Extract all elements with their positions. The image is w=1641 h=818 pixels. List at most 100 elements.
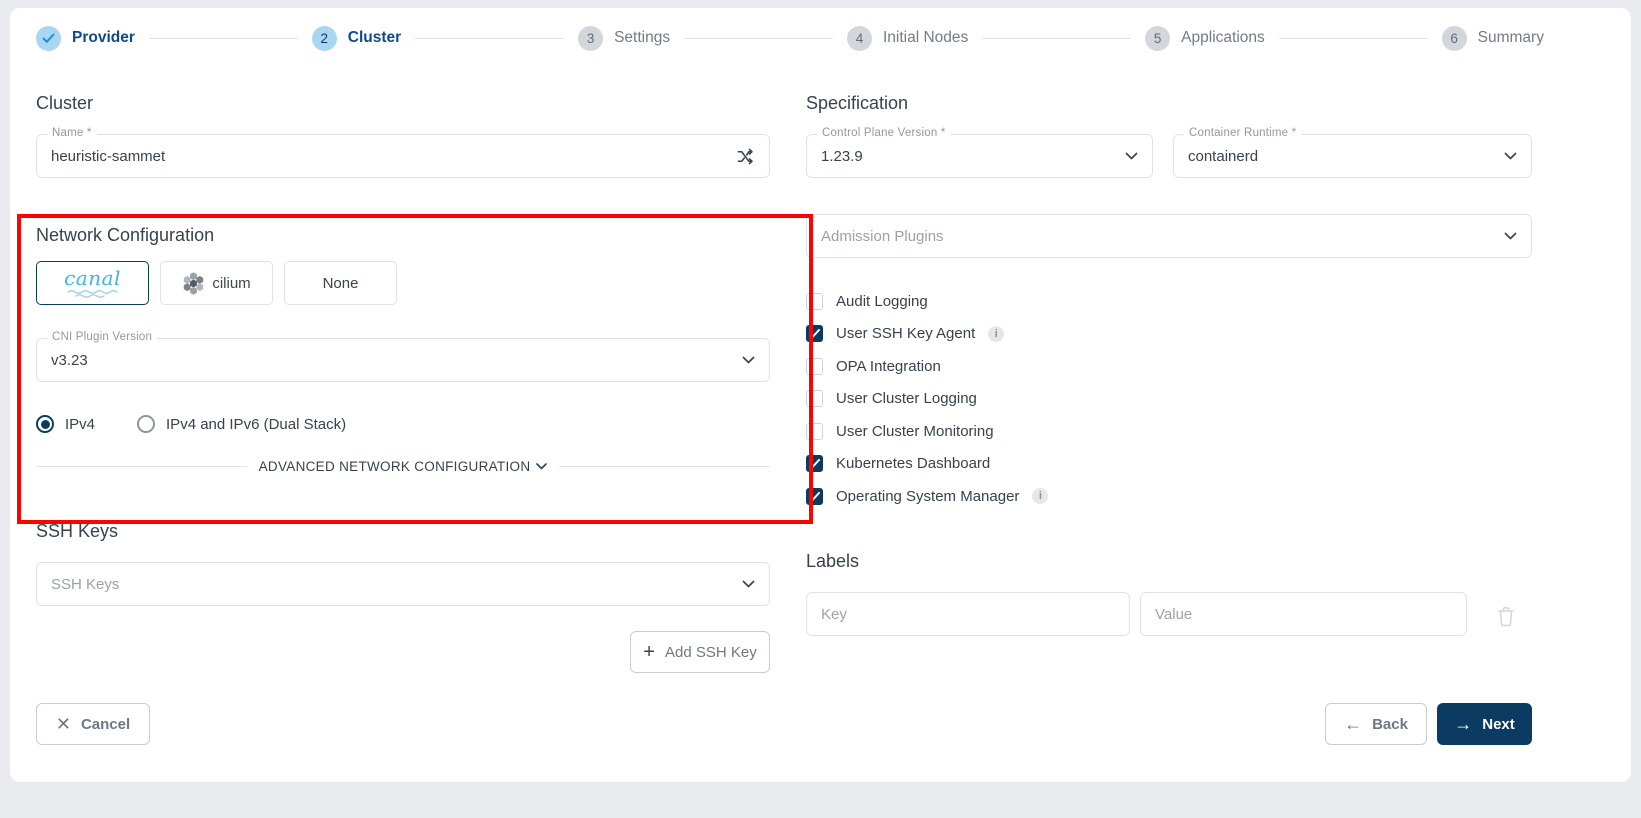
arrow-right-icon: →	[1454, 715, 1472, 733]
checkbox-kubernetes-dashboard[interactable]: Kubernetes Dashboard	[806, 454, 1532, 474]
ssh-keys-placeholder: SSH Keys	[51, 576, 119, 593]
check-icon	[42, 33, 55, 44]
chevron-down-icon	[1504, 152, 1517, 160]
info-icon[interactable]: i	[1032, 488, 1048, 504]
cilium-logo-icon	[182, 271, 205, 296]
checkbox	[806, 423, 823, 440]
admission-plugins-placeholder: Admission Plugins	[821, 228, 944, 245]
wizard-stepper: Provider 2 Cluster 3 Settings 4 Initial …	[36, 24, 1544, 52]
radio-circle	[137, 415, 155, 433]
cni-option-canal[interactable]: canal	[36, 261, 149, 305]
cluster-options-list: Audit Logging User SSH Key Agent i OPA I…	[806, 291, 1532, 519]
specification-heading: Specification	[806, 92, 908, 114]
step-number-circle: 4	[847, 26, 872, 51]
step-number-circle: 6	[1442, 26, 1467, 51]
checkbox	[806, 358, 823, 375]
ip-family-radio-group: IPv4 IPv4 and IPv6 (Dual Stack)	[36, 415, 346, 433]
regenerate-name-icon[interactable]	[736, 147, 755, 166]
step-label: Provider	[72, 29, 135, 47]
step-number-circle: 5	[1145, 26, 1170, 51]
checkbox	[806, 293, 823, 310]
cni-option-cilium[interactable]: cilium	[160, 261, 273, 305]
step-number-circle: 3	[578, 26, 603, 51]
step-label: Settings	[614, 29, 670, 47]
add-ssh-key-button[interactable]: + Add SSH Key	[630, 631, 770, 673]
stepper-connector	[1279, 38, 1428, 39]
step-label: Summary	[1478, 29, 1544, 47]
cni-option-none[interactable]: None	[284, 261, 397, 305]
advanced-network-configuration-toggle[interactable]: ADVANCED NETWORK CONFIGURATION	[36, 457, 770, 475]
divider	[559, 466, 770, 467]
cilium-logo-text: cilium	[212, 275, 250, 292]
labels-heading: Labels	[806, 550, 859, 572]
step-number-circle: 2	[312, 26, 337, 51]
stepper-step-provider[interactable]: Provider	[36, 26, 135, 51]
stepper-connector	[415, 38, 564, 39]
canal-logo: canal	[64, 268, 122, 298]
control-plane-version-value: 1.23.9	[821, 148, 863, 165]
cluster-name-value: heuristic-sammet	[51, 148, 165, 165]
back-button[interactable]: ← Back	[1325, 703, 1427, 745]
canal-logo-text: canal	[64, 268, 121, 288]
chevron-down-icon	[1125, 152, 1138, 160]
radio-dual-stack[interactable]: IPv4 and IPv6 (Dual Stack)	[137, 415, 346, 433]
control-plane-version-select[interactable]: Control Plane Version * 1.23.9	[806, 134, 1153, 178]
next-button[interactable]: → Next	[1437, 703, 1532, 745]
chevron-down-icon	[742, 356, 755, 364]
radio-ipv4[interactable]: IPv4	[36, 415, 95, 433]
container-runtime-label: Container Runtime *	[1184, 127, 1301, 139]
stepper-step-cluster[interactable]: 2 Cluster	[312, 26, 401, 51]
stepper-step-initial-nodes[interactable]: 4 Initial Nodes	[847, 26, 968, 51]
cluster-name-field[interactable]: Name * heuristic-sammet	[36, 134, 770, 178]
chevron-down-icon	[536, 463, 547, 470]
cluster-heading: Cluster	[36, 92, 93, 114]
divider	[36, 466, 247, 467]
cni-plugin-options: canal cilium None	[36, 261, 397, 305]
container-runtime-value: containerd	[1188, 148, 1258, 165]
checkbox-user-ssh-key-agent[interactable]: User SSH Key Agent i	[806, 324, 1532, 344]
ssh-keys-select[interactable]: SSH Keys	[36, 562, 770, 606]
checkbox-checked	[806, 455, 823, 472]
checkbox-checked	[806, 488, 823, 505]
admission-plugins-select[interactable]: Admission Plugins	[806, 214, 1532, 258]
close-icon: ✕	[56, 715, 71, 733]
canal-logo-waves	[64, 289, 122, 298]
step-label: Applications	[1181, 29, 1265, 47]
advanced-toggle-label: ADVANCED NETWORK CONFIGURATION	[259, 459, 531, 474]
label-key-input[interactable]	[806, 592, 1130, 636]
stepper-connector	[684, 38, 833, 39]
delete-label-icon[interactable]	[1496, 605, 1516, 633]
chevron-down-icon	[742, 580, 755, 588]
ssh-keys-heading: SSH Keys	[36, 520, 118, 542]
checkbox-user-cluster-logging[interactable]: User Cluster Logging	[806, 389, 1532, 409]
stepper-step-settings[interactable]: 3 Settings	[578, 26, 670, 51]
info-icon[interactable]: i	[988, 326, 1004, 342]
control-plane-version-label: Control Plane Version *	[817, 127, 951, 139]
stepper-connector	[982, 38, 1131, 39]
container-runtime-select[interactable]: Container Runtime * containerd	[1173, 134, 1532, 178]
step-label: Cluster	[348, 29, 401, 47]
wizard-card: Provider 2 Cluster 3 Settings 4 Initial …	[10, 8, 1631, 782]
stepper-step-applications[interactable]: 5 Applications	[1145, 26, 1265, 51]
network-configuration-heading: Network Configuration	[36, 224, 214, 246]
cni-version-value: v3.23	[51, 352, 88, 369]
label-value-input[interactable]	[1140, 592, 1467, 636]
checkbox	[806, 390, 823, 407]
cni-version-select[interactable]: CNI Plugin Version v3.23	[36, 338, 770, 382]
step-label: Initial Nodes	[883, 29, 968, 47]
checkbox-audit-logging[interactable]: Audit Logging	[806, 291, 1532, 311]
checkbox-checked	[806, 325, 823, 342]
stepper-step-summary[interactable]: 6 Summary	[1442, 26, 1544, 51]
plus-icon: +	[643, 642, 655, 662]
cancel-button[interactable]: ✕ Cancel	[36, 703, 150, 745]
step-check-circle	[36, 26, 61, 51]
cni-version-select-label: CNI Plugin Version	[47, 331, 157, 343]
chevron-down-icon	[1504, 232, 1517, 240]
radio-circle	[36, 415, 54, 433]
checkbox-opa-integration[interactable]: OPA Integration	[806, 356, 1532, 376]
stepper-connector	[149, 38, 298, 39]
checkbox-operating-system-manager[interactable]: Operating System Manager i	[806, 486, 1532, 506]
checkbox-user-cluster-monitoring[interactable]: User Cluster Monitoring	[806, 421, 1532, 441]
cluster-name-field-label: Name *	[47, 127, 97, 139]
arrow-left-icon: ←	[1344, 715, 1362, 733]
